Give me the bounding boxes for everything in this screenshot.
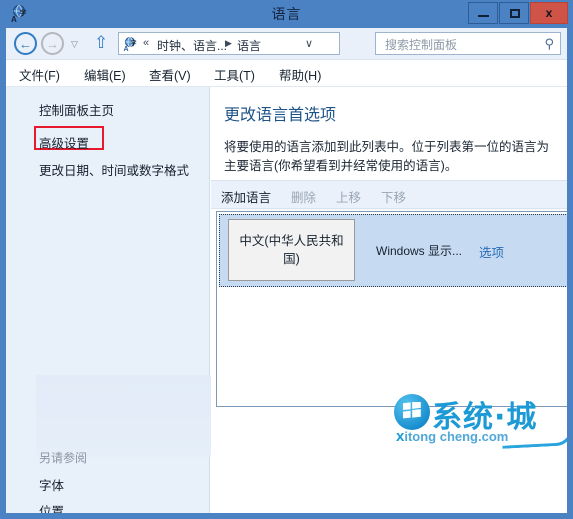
move-up-button[interactable]: 上移 [336, 187, 361, 206]
svg-text:字: 字 [131, 40, 137, 48]
recent-locations-button[interactable]: ▽ [71, 39, 78, 50]
menu-file[interactable]: 文件(F) [19, 65, 60, 84]
close-icon: x [545, 6, 553, 20]
menu-bar: 文件(F) 编辑(E) 查看(V) 工具(T) 帮助(H) [6, 60, 567, 87]
move-down-button[interactable]: 下移 [381, 187, 406, 206]
chevron-down-icon[interactable]: ∨ [305, 37, 313, 50]
navigation-bar: ← → ▽ ⇧ 字 A « 时钟、语言... ▶ 语言 ∨ 搜索控制面板 ⚲ [6, 28, 567, 60]
language-name: 中文(中华人民共和国) [239, 234, 344, 266]
sidebar-panel-shade [36, 375, 212, 457]
breadcrumb-separator-icon: ▶ [225, 38, 232, 48]
main-panel: 更改语言首选项 将要使用的语言添加到此列表中。位于列表第一位的语言为主要语言(你… [211, 87, 567, 513]
address-language-icon: 字 A [123, 36, 139, 53]
forward-button[interactable]: → [41, 32, 64, 55]
language-name-box: 中文(中华人民共和国) [228, 219, 355, 281]
forward-arrow-icon: → [46, 36, 59, 51]
address-bar[interactable]: 字 A « 时钟、语言... ▶ 语言 ∨ [118, 32, 340, 55]
back-button[interactable]: ← [14, 32, 37, 55]
minimize-icon [478, 15, 489, 17]
list-item[interactable]: 中文(中华人民共和国) Windows 显示... 选项 [219, 214, 567, 287]
breadcrumb-language[interactable]: 语言 [237, 37, 261, 54]
search-box[interactable]: ⚲ [375, 32, 561, 56]
sidebar-item-fonts[interactable]: 字体 [39, 475, 64, 494]
watermark-english-text: xitong cheng.com [396, 428, 508, 445]
menu-view[interactable]: 查看(V) [149, 65, 191, 84]
maximize-icon [510, 9, 520, 18]
window-client-area: ← → ▽ ⇧ 字 A « 时钟、语言... ▶ 语言 ∨ 搜索控制面板 ⚲ 文… [6, 28, 567, 513]
page-title: 更改语言首选项 [224, 107, 337, 124]
search-input[interactable] [383, 33, 537, 56]
watermark-english-rest: itong cheng.com [404, 429, 509, 444]
command-bar: 添加语言 删除 上移 下移 [211, 180, 567, 209]
watermark-english-prefix: x [396, 428, 405, 445]
maximize-button[interactable] [499, 2, 529, 24]
sidebar: 控制面板主页 高级设置 更改日期、时间或数字格式 另请参阅 字体 位置 [6, 87, 212, 513]
language-display-status: Windows 显示... [376, 244, 463, 258]
language-options-link[interactable]: 选项 [479, 242, 504, 261]
language-settings-window: 字 A 语言 x ← → ▽ ⇧ 字 A « 时钟、语言... ▶ 语言 ∨ 搜… [0, 0, 573, 519]
page-description: 将要使用的语言添加到此列表中。位于列表第一位的语言为主要语言(你希望看到并经常使… [224, 140, 550, 173]
minimize-button[interactable] [468, 2, 498, 24]
remove-button[interactable]: 删除 [291, 187, 316, 206]
main-header: 更改语言首选项 将要使用的语言添加到此列表中。位于列表第一位的语言为主要语言(你… [211, 87, 567, 176]
svg-text:A: A [124, 46, 129, 52]
close-button[interactable]: x [530, 2, 568, 24]
see-also-heading: 另请参阅 [39, 451, 88, 465]
search-icon[interactable]: ⚲ [544, 36, 554, 52]
menu-help[interactable]: 帮助(H) [279, 65, 321, 84]
breadcrumb-clock-language[interactable]: 时钟、语言... [157, 37, 227, 54]
watermark-swoosh [501, 428, 567, 449]
sidebar-item-advanced-settings[interactable]: 高级设置 [39, 133, 89, 152]
title-bar: 字 A 语言 x [0, 0, 573, 28]
sidebar-item-change-date-time-number-formats[interactable]: 更改日期、时间或数字格式 [39, 160, 189, 179]
sidebar-item-control-panel-home[interactable]: 控制面板主页 [39, 100, 114, 119]
address-overflow-chevron[interactable]: « [143, 37, 149, 49]
sidebar-item-location[interactable]: 位置 [39, 501, 64, 513]
language-list[interactable]: 中文(中华人民共和国) Windows 显示... 选项 [216, 211, 567, 407]
back-arrow-icon: ← [19, 36, 32, 51]
add-language-button[interactable]: 添加语言 [221, 187, 271, 206]
menu-edit[interactable]: 编辑(E) [84, 65, 126, 84]
content-split: 控制面板主页 高级设置 更改日期、时间或数字格式 另请参阅 字体 位置 更改语言… [6, 87, 567, 513]
up-one-level-button[interactable]: ⇧ [94, 34, 108, 51]
menu-tools[interactable]: 工具(T) [214, 65, 255, 84]
